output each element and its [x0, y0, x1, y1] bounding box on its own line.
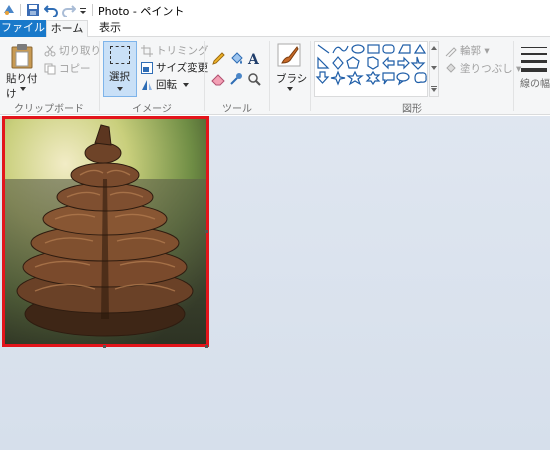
- resize-icon: [141, 62, 153, 74]
- outline-label: 輪郭: [460, 45, 481, 57]
- shapes-gallery-icons: [315, 43, 427, 86]
- tab-file[interactable]: ファイル: [0, 20, 46, 37]
- chevron-down-icon: [183, 83, 190, 87]
- color-picker-icon[interactable]: [229, 72, 243, 86]
- chevron-down-icon: [287, 87, 293, 91]
- group-separator: [269, 41, 270, 111]
- canvas[interactable]: [2, 116, 209, 347]
- fill-icon: [446, 63, 456, 73]
- qat-divider: [20, 4, 21, 16]
- rotate-label: 回転: [156, 79, 177, 91]
- shapes-scrollbar[interactable]: [429, 41, 439, 97]
- magnifier-icon[interactable]: [247, 72, 261, 86]
- pine-cone-photo: [5, 119, 206, 344]
- copy-label: コピー: [59, 63, 91, 75]
- canvas-resize-handle-corner[interactable]: [205, 345, 208, 348]
- cut-button[interactable]: 切り取り: [44, 43, 101, 59]
- shapes-group-label: 図形: [402, 104, 422, 115]
- ribbon-tabs: ファイル ホーム 表示: [0, 20, 550, 38]
- canvas-resize-handle-right[interactable]: [205, 230, 208, 233]
- brush-icon: [277, 43, 301, 67]
- paint-app-icon[interactable]: [2, 3, 16, 17]
- rotate-button[interactable]: 回転: [141, 77, 190, 93]
- size-button[interactable]: 線の幅: [517, 41, 550, 111]
- text-icon[interactable]: A: [247, 51, 261, 66]
- copy-button[interactable]: コピー: [44, 61, 91, 77]
- pencil-icon[interactable]: [211, 52, 225, 66]
- title-bar: Photo - ペイント: [0, 0, 550, 20]
- brushes-button[interactable]: ブラシ: [272, 41, 308, 97]
- tab-view[interactable]: 表示: [92, 20, 128, 37]
- select-label: 選択: [109, 71, 130, 83]
- select-button[interactable]: 選択: [103, 41, 137, 97]
- fill-label: 塗りつぶし: [460, 63, 513, 75]
- shapes-gallery[interactable]: [314, 41, 428, 97]
- paste-label: 貼り付け: [6, 73, 38, 100]
- select-rect-icon: [110, 46, 130, 64]
- scissors-icon: [44, 45, 56, 57]
- line-width-thick: [521, 60, 547, 63]
- cut-label: 切り取り: [59, 45, 101, 57]
- paste-button[interactable]: 貼り付け: [4, 41, 40, 100]
- chevron-down-icon: [117, 87, 123, 91]
- undo-icon[interactable]: [44, 3, 58, 17]
- fill-bucket-icon[interactable]: [229, 52, 243, 66]
- line-width-medium: [521, 53, 547, 55]
- save-icon[interactable]: [26, 3, 40, 17]
- more-icon: [431, 86, 437, 92]
- outline-icon: [445, 47, 457, 57]
- tools-group-label: ツール: [222, 104, 252, 115]
- chevron-down-icon: [20, 87, 26, 91]
- image-group-label: イメージ: [132, 104, 172, 115]
- clipboard-group-label: クリップボード: [14, 104, 84, 115]
- size-label: 線の幅: [520, 79, 550, 90]
- brushes-label: ブラシ: [276, 73, 308, 85]
- clipboard-icon: [11, 44, 33, 69]
- title-divider: [92, 4, 93, 16]
- line-width-heavy: [521, 68, 547, 72]
- line-width-thin: [521, 47, 547, 48]
- window-title: Photo - ペイント: [98, 5, 185, 18]
- crop-label: トリミング: [156, 45, 209, 57]
- crop-button[interactable]: トリミング: [141, 43, 209, 59]
- crop-icon: [141, 45, 153, 57]
- copy-icon: [44, 63, 56, 75]
- group-separator: [513, 41, 514, 111]
- tab-home[interactable]: ホーム: [46, 20, 88, 38]
- eraser-icon[interactable]: [211, 72, 225, 86]
- rotate-icon: [142, 80, 152, 90]
- svg-text:A: A: [247, 52, 260, 66]
- outline-button[interactable]: 輪郭 ▾: [445, 43, 490, 59]
- resize-label: サイズ変更: [156, 62, 209, 74]
- resize-button[interactable]: サイズ変更: [141, 60, 208, 76]
- chevron-down-icon: [431, 66, 437, 70]
- redo-icon[interactable]: [62, 3, 76, 17]
- customize-qat-icon[interactable]: [78, 3, 88, 17]
- chevron-up-icon: [431, 46, 437, 50]
- fill-button[interactable]: 塗りつぶし ▾: [445, 61, 521, 77]
- canvas-resize-handle-bottom[interactable]: [103, 345, 106, 348]
- ribbon: 貼り付け 切り取り コピー クリップボード 選択 トリミング サイズ変更 回転 …: [0, 37, 550, 115]
